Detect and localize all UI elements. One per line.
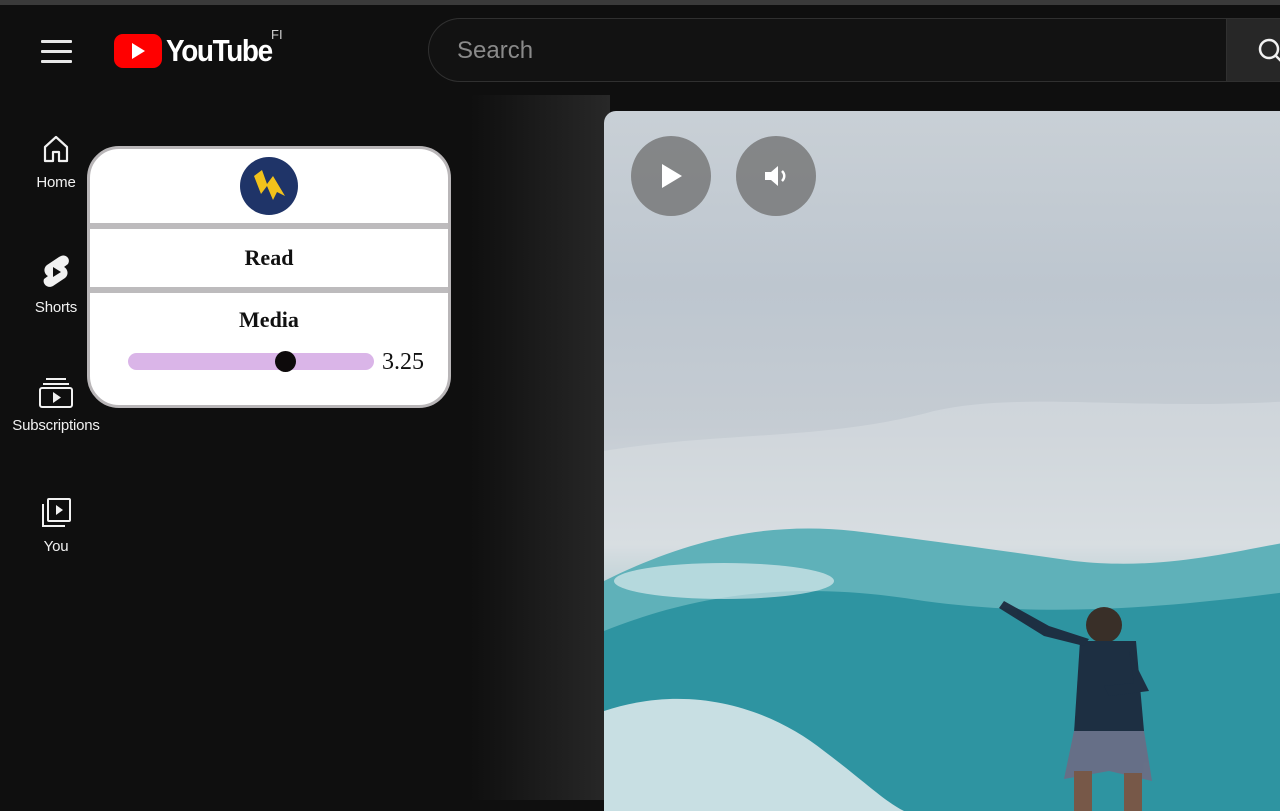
youtube-play-logo-icon bbox=[114, 34, 162, 68]
media-section: Media 3.25 bbox=[90, 293, 448, 403]
search-button[interactable] bbox=[1226, 18, 1280, 82]
search-icon bbox=[1258, 38, 1280, 62]
home-icon bbox=[43, 135, 69, 163]
video-frame bbox=[604, 401, 1280, 811]
content-shadow bbox=[470, 95, 610, 800]
menu-bar bbox=[40, 49, 72, 53]
speed-value: 3.25 bbox=[382, 349, 424, 375]
mute-button[interactable] bbox=[736, 136, 816, 216]
sidebar-item-label: Home bbox=[36, 174, 76, 191]
sidebar-item-label: Subscriptions bbox=[12, 417, 100, 434]
shorts-icon bbox=[43, 255, 69, 287]
sidebar-item-label: Shorts bbox=[34, 299, 78, 316]
sidebar-item-label: You bbox=[43, 538, 69, 555]
masthead: YouTube FI bbox=[0, 5, 1280, 95]
volume-icon bbox=[765, 166, 786, 186]
speed-slider[interactable] bbox=[128, 351, 374, 372]
search-input[interactable] bbox=[455, 19, 1199, 83]
play-icon bbox=[662, 164, 682, 188]
you-icon bbox=[42, 498, 71, 527]
play-button[interactable] bbox=[631, 136, 711, 216]
popup-header bbox=[90, 149, 448, 223]
speed-slider-thumb[interactable] bbox=[274, 351, 296, 372]
search-box bbox=[428, 18, 1226, 83]
menu-bar bbox=[40, 39, 72, 43]
region-code: FI bbox=[271, 27, 283, 42]
lightning-bolt-icon[interactable] bbox=[240, 157, 298, 215]
subscriptions-icon bbox=[39, 378, 73, 408]
guide-menu-button[interactable] bbox=[32, 29, 80, 73]
extension-popup: Read Media 3.25 bbox=[87, 146, 451, 408]
sidebar-item-you[interactable]: You bbox=[0, 496, 112, 576]
youtube-logo[interactable]: YouTube bbox=[114, 31, 284, 71]
media-title: Media bbox=[239, 307, 299, 332]
logo-text: YouTube bbox=[166, 33, 273, 68]
menu-bar bbox=[40, 59, 72, 63]
video-player[interactable] bbox=[604, 111, 1280, 811]
read-button[interactable]: Read bbox=[90, 229, 448, 287]
